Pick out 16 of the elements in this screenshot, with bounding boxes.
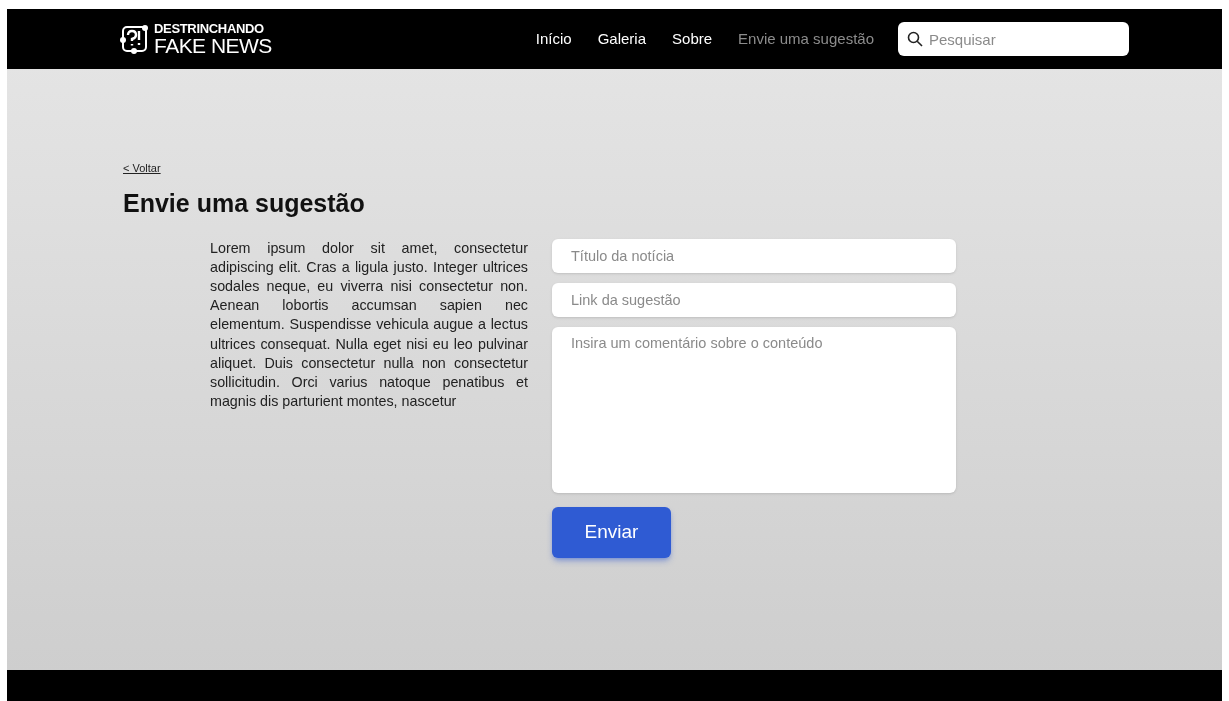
submit-button[interactable]: Enviar xyxy=(552,506,671,558)
logo-icon xyxy=(118,23,150,55)
search-field[interactable]: Pesquisar xyxy=(898,22,1129,56)
logo-text: DESTRINCHANDO xyxy=(154,22,265,35)
search-icon xyxy=(907,31,923,47)
body-text: Lorem ipsum dolor sit amet, consectetur adipiscing elit. Cras a ligula justo. Integer ultrices sodales neque, eu viverra nisi consectetur non. Aenean lobortis accumsan sapien nec elementum. Suspendisse vehicula augue a lectus ultrices consequat. Nulla eget nisi eu leo pulvinar aliquet. Duis consectetur nulla non consectetur sollicitudin. Orci varius natoque penatibus et magnis dis parturient montes, nascetur xyxy=(210,238,528,412)
page-title: Envie uma sugestão xyxy=(123,188,366,219)
nav-link[interactable]: Início xyxy=(535,27,572,51)
input-field[interactable]: Título da notícia xyxy=(552,238,956,273)
input-field[interactable]: Link da sugestão xyxy=(552,282,956,317)
nav-link[interactable]: Sobre xyxy=(672,27,713,51)
back-link[interactable]: < Voltar xyxy=(123,162,161,174)
nav-link[interactable]: Galeria xyxy=(597,27,647,51)
logo-text: FAKE NEWS xyxy=(154,35,272,56)
comment-field[interactable]: Insira um comentário sobre o conteúdo xyxy=(552,326,956,493)
nav-link[interactable]: Envie uma sugestão xyxy=(738,27,874,51)
